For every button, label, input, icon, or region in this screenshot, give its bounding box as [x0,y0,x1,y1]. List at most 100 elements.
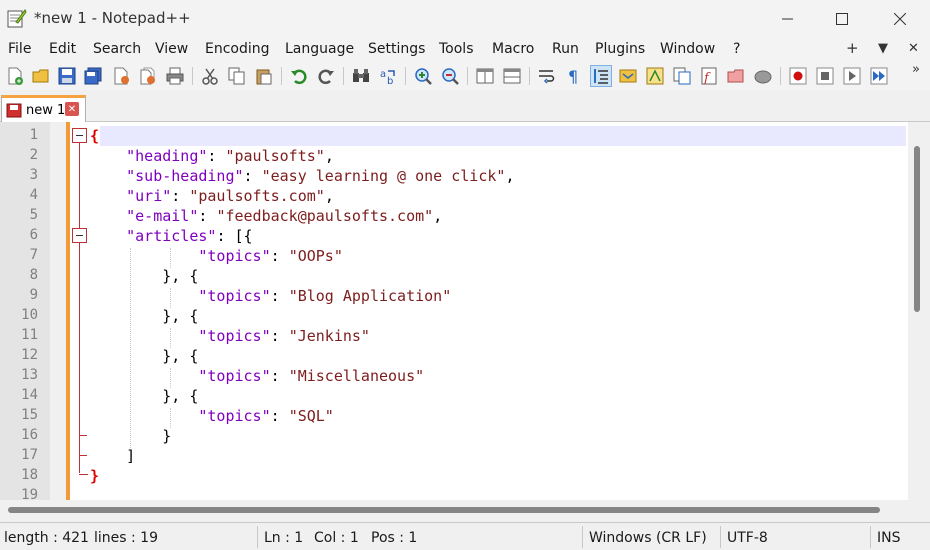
code-line[interactable]: "heading": "paulsofts", [90,146,334,166]
menu-plugins[interactable]: Plugins [595,41,645,57]
code-line[interactable]: "uri": "paulsofts.com", [90,186,334,206]
doc-map-icon[interactable] [644,65,666,87]
menu-tools[interactable]: Tools [439,41,474,57]
zoom-out-icon[interactable] [439,65,461,87]
status-encoding[interactable]: UTF-8 [727,530,768,546]
print-icon[interactable] [164,65,186,87]
folder-workspace-icon[interactable] [725,65,747,87]
zoom-in-icon[interactable] [412,65,434,87]
vertical-scrollbar[interactable] [908,122,930,500]
code-line[interactable]: "topics": "Blog Application" [90,286,451,306]
play-macro-icon[interactable] [841,65,863,87]
close-file-icon[interactable] [110,65,132,87]
code-line[interactable]: "topics": "Miscellaneous" [90,366,424,386]
toolbar-overflow-chevron-icon[interactable]: » [912,62,920,77]
code-token: : [270,367,289,385]
title-bar: *new 1 - Notepad++ [0,0,930,37]
menu-help[interactable]: ? [733,41,740,57]
new-tab-button[interactable]: + [846,39,859,57]
replace-icon[interactable]: ab [377,65,399,87]
code-line[interactable]: "articles": [{ [90,226,252,246]
minimize-icon [782,18,793,19]
tab-close-icon[interactable]: ✕ [65,102,79,116]
code-token: { [90,127,100,145]
new-file-icon[interactable] [4,65,26,87]
menu-edit[interactable]: Edit [49,41,76,57]
undo-icon[interactable] [288,65,310,87]
code-token: "topics" [198,367,271,385]
code-token: "Jenkins" [288,327,370,345]
status-insert-mode[interactable]: INS [877,530,901,546]
menu-window[interactable]: Window [660,41,715,57]
horizontal-scrollbar[interactable] [0,500,908,520]
menu-view[interactable]: View [155,41,188,57]
fold-margin [50,122,66,500]
status-eol[interactable]: Windows (CR LF) [589,530,707,546]
cut-icon[interactable] [199,65,221,87]
code-line[interactable]: "topics": "Jenkins" [90,326,370,346]
menu-macro[interactable]: Macro [492,41,534,57]
code-line[interactable]: }, { [90,386,198,406]
close-icon [894,12,906,25]
show-all-chars-icon[interactable]: ¶ [563,65,585,87]
function-list-icon[interactable]: f [698,65,720,87]
redo-icon[interactable] [315,65,337,87]
sync-vertical-icon[interactable] [474,65,496,87]
minimize-button[interactable] [760,0,816,37]
code-line[interactable]: }, { [90,306,198,326]
code-line[interactable]: }, { [90,346,198,366]
save-icon[interactable] [56,65,78,87]
editor-pane[interactable]: 1 2 3 4 5 6 7 8 9 10 11 12 13 14 15 16 17 18 19 { "heading… [0,122,930,500]
find-icon[interactable] [350,65,372,87]
vertical-scroll-thumb[interactable] [914,146,920,312]
fold-toggle-icon[interactable] [72,128,87,143]
code-line[interactable]: "topics": "SQL" [90,406,334,426]
menu-encoding[interactable]: Encoding [205,41,270,57]
record-macro-icon[interactable] [787,65,809,87]
line-number: 13 [21,367,38,383]
menu-run[interactable]: Run [552,41,579,57]
close-window-button[interactable] [872,0,928,37]
status-length: length : 421 [4,530,89,546]
open-file-icon[interactable] [30,65,52,87]
code-line[interactable]: ] [90,446,135,466]
code-line[interactable]: } [90,426,171,446]
tab-bar: new 1 ✕ [0,92,930,122]
code-token: : [243,167,262,185]
maximize-button[interactable] [814,0,870,37]
code-line[interactable]: { [90,126,99,146]
toolbar-separator [343,67,344,85]
code-line[interactable]: "topics": "OOPs" [90,246,343,266]
code-token: "SQL" [288,407,334,425]
close-all-icon[interactable] [137,65,159,87]
code-token: : [270,327,289,345]
run-macro-multiple-icon[interactable] [868,65,890,87]
monitoring-icon[interactable] [752,65,774,87]
code-line[interactable]: } [90,466,99,486]
code-line[interactable]: "sub-heading": "easy learning @ one clic… [90,166,514,186]
fold-toggle-icon[interactable] [72,228,87,243]
horizontal-scroll-thumb[interactable] [8,507,880,513]
copy-icon[interactable] [226,65,248,87]
sync-horizontal-icon[interactable] [501,65,523,87]
stop-macro-icon[interactable] [814,65,836,87]
indent-guide-icon[interactable] [590,65,612,87]
tab-new-1[interactable]: new 1 ✕ [1,95,86,122]
menu-search[interactable]: Search [93,41,141,57]
udl-icon[interactable] [617,65,639,87]
menu-file[interactable]: File [8,41,31,57]
save-all-icon[interactable] [82,65,104,87]
code-line[interactable]: "e-mail": "feedback@paulsofts.com", [90,206,442,226]
paste-icon[interactable] [253,65,275,87]
menu-settings[interactable]: Settings [368,41,425,57]
tab-list-dropdown[interactable]: ▼ [878,41,888,56]
code-line[interactable]: }, { [90,266,198,286]
menu-language[interactable]: Language [285,41,354,57]
word-wrap-icon[interactable] [536,65,558,87]
doc-list-icon[interactable] [671,65,693,87]
close-tab-button[interactable]: ✕ [908,41,919,56]
